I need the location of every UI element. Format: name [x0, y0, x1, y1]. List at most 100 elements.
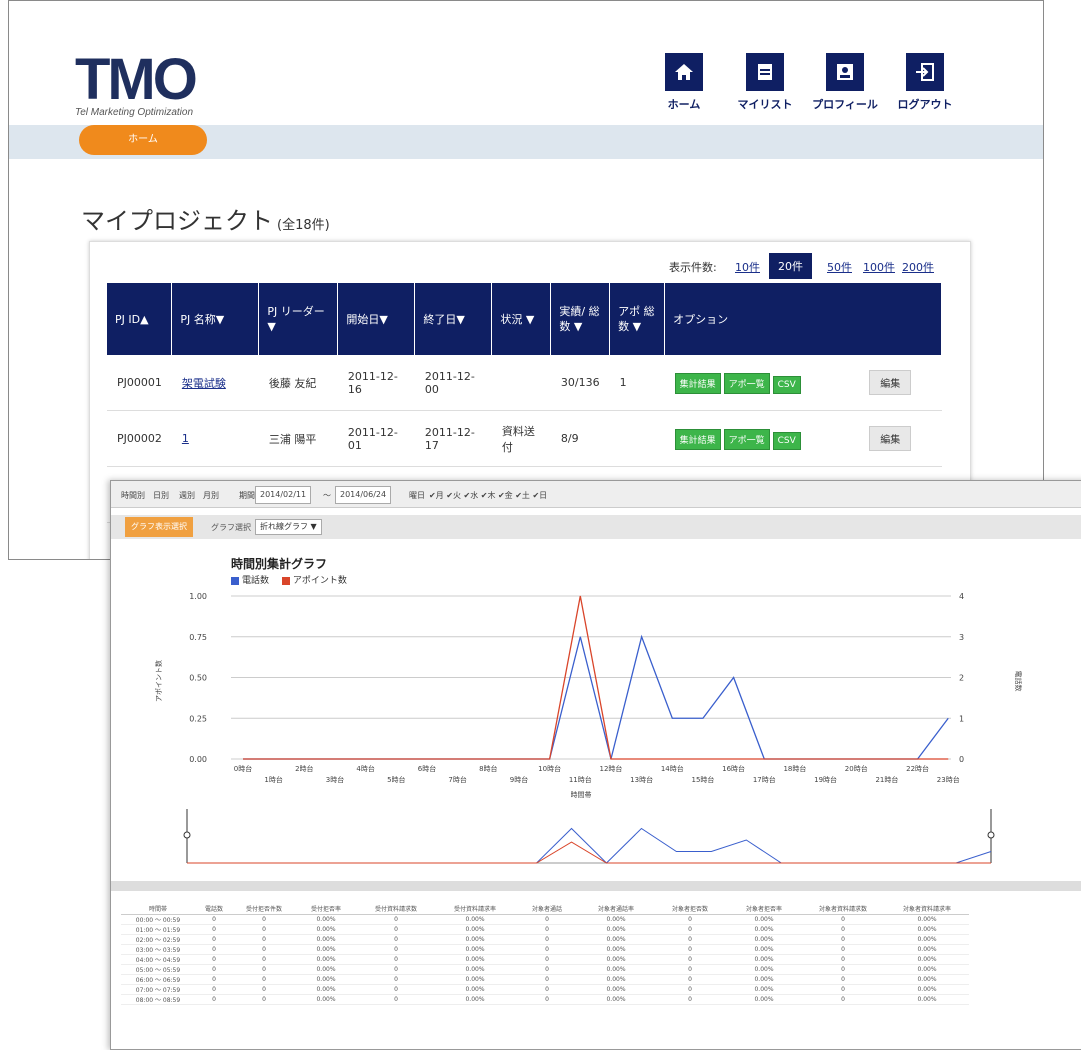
col-pj-name[interactable]: PJ 名称▼ [171, 283, 260, 355]
x-tick-label: 13時台 [630, 775, 653, 784]
stats-cell: 0.00% [579, 984, 653, 995]
y-axis-title-right: 電話数 [1014, 671, 1023, 692]
col-progress[interactable]: 実績/ 総数 ▼ [550, 283, 611, 355]
breadcrumb-home-button[interactable]: ホーム [79, 125, 207, 155]
y-tick-right: 1 [959, 714, 964, 723]
series-line-0 [243, 634, 949, 760]
x-tick-label: 23時台 [937, 775, 960, 784]
x-tick-label: 18時台 [783, 764, 806, 773]
csv-button[interactable]: CSV [772, 376, 801, 394]
stats-col-header: 対象者通話率 [579, 903, 653, 915]
stats-cell: 0 [195, 994, 233, 1005]
list-icon [746, 53, 784, 91]
y-tick-left: 0.75 [189, 633, 207, 642]
stats-cell: 0.00% [885, 974, 969, 985]
stats-cell: 0 [233, 974, 295, 985]
project-name-link[interactable]: 架電試験 [182, 377, 226, 390]
stats-cell: 0 [357, 914, 435, 925]
stats-cell: 0 [653, 954, 727, 965]
appo-list-button[interactable]: アポ一覧 [723, 373, 770, 394]
results-button[interactable]: 集計結果 [674, 373, 721, 394]
stats-cell: 0 [653, 994, 727, 1005]
table-row: 02:00 ～ 02:59 0 0 0.00% 0 0.00% 0 0.00% 0 0.00% 0 0… [121, 934, 969, 945]
stats-cell: 0 [195, 964, 233, 975]
col-options: オプション [664, 283, 943, 355]
cell-progress: 8/9 [550, 410, 610, 467]
overview-series-0 [187, 827, 992, 864]
per-page-20[interactable]: 20件 [769, 253, 812, 279]
y-tick-right: 3 [959, 633, 964, 642]
stats-cell: 0 [233, 914, 295, 925]
stats-cell: 0.00% [579, 944, 653, 955]
stats-cell: 0 [357, 964, 435, 975]
project-table-header: PJ ID▲ PJ 名称▼ PJ リーダー ▼ 開始日▼ 終了日▼ 状況 ▼ 実… [107, 283, 943, 355]
col-end[interactable]: 終了日▼ [414, 283, 493, 355]
y-tick-left: 0.00 [189, 755, 207, 764]
stats-col-header: 対象者通話 [515, 903, 579, 915]
stats-cell: 0.00% [435, 914, 515, 925]
col-pj-leader[interactable]: PJ リーダー ▼ [258, 283, 339, 355]
stats-cell: 0.00% [885, 994, 969, 1005]
tmo-logo[interactable]: TMO Tel Marketing Optimization [75, 47, 198, 119]
stats-cell: 0.00% [295, 994, 357, 1005]
x-tick-label: 12時台 [600, 764, 623, 773]
per-page-label: 表示件数: [669, 261, 717, 274]
nav-home[interactable]: ホーム [639, 53, 729, 112]
appo-list-button[interactable]: アポ一覧 [723, 429, 770, 450]
col-appo[interactable]: アポ 総数 ▼ [609, 283, 666, 355]
cell-appo: 1 [609, 355, 665, 411]
nav-mylist[interactable]: マイリスト [720, 53, 810, 112]
csv-button[interactable]: CSV [772, 432, 801, 450]
stats-cell: 0 [801, 914, 885, 925]
x-tick-label: 5時台 [387, 775, 405, 784]
stats-cell: 0.00% [295, 964, 357, 975]
x-tick-label: 1時台 [264, 775, 282, 784]
per-page-10[interactable]: 10件 [735, 259, 760, 275]
nav-logout[interactable]: ログアウト [880, 53, 970, 112]
x-tick-label: 0時台 [234, 764, 252, 773]
logo-text: TMO [75, 47, 198, 112]
edit-button[interactable]: 編集 [869, 370, 912, 395]
stats-cell: 0 [653, 914, 727, 925]
per-page-200[interactable]: 200件 [902, 259, 934, 275]
nav-profile-label: プロフィール [812, 98, 878, 111]
per-page-100[interactable]: 100件 [863, 259, 895, 275]
y-tick-left: 0.25 [189, 714, 207, 723]
x-tick-label: 20時台 [845, 764, 868, 773]
nav-profile[interactable]: プロフィール [800, 53, 890, 112]
col-status[interactable]: 状況 ▼ [491, 283, 552, 355]
stats-cell: 0.00% [435, 964, 515, 975]
cell-appo [609, 410, 665, 467]
x-tick-label: 4時台 [356, 764, 374, 773]
y-axis-title-left: アポイント数 [154, 660, 163, 702]
per-page-50[interactable]: 50件 [827, 259, 852, 275]
table-row: 06:00 ～ 06:59 0 0 0.00% 0 0.00% 0 0.00% 0 0.00% 0 0… [121, 974, 969, 985]
cell-options: 集計結果アポ一覧CSV 編集 [664, 355, 942, 411]
col-start[interactable]: 開始日▼ [337, 283, 416, 355]
cell-id: PJ00001 [107, 355, 172, 411]
stats-cell: 0 [357, 974, 435, 985]
x-tick-label: 21時台 [875, 775, 898, 784]
x-tick-label: 22時台 [906, 764, 929, 773]
stats-cell: 0.00% [579, 994, 653, 1005]
stats-cell: 0 [357, 954, 435, 965]
y-tick-right: 2 [959, 674, 964, 683]
stats-cell: 0 [801, 994, 885, 1005]
stats-cell: 03:00 ～ 03:59 [121, 944, 195, 955]
cell-start: 2011-12-01 [337, 410, 415, 467]
stats-cell: 0 [195, 944, 233, 955]
stats-cell: 0.00% [885, 944, 969, 955]
col-pj-id[interactable]: PJ ID▲ [107, 283, 173, 355]
stats-cell: 0 [195, 984, 233, 995]
edit-button[interactable]: 編集 [869, 426, 912, 451]
stats-cell: 0.00% [727, 964, 801, 975]
stats-cell: 0 [195, 974, 233, 985]
cell-name: 架電試験 [171, 355, 259, 411]
cell-name: 1 [171, 410, 259, 467]
overview-right-grip [987, 831, 995, 839]
results-button[interactable]: 集計結果 [674, 429, 721, 450]
project-name-link[interactable]: 1 [182, 432, 189, 445]
table-row: 03:00 ～ 03:59 0 0 0.00% 0 0.00% 0 0.00% 0 0.00% 0 0… [121, 944, 969, 955]
cell-leader: 後藤 友紀 [258, 355, 338, 411]
stats-cell: 0 [233, 924, 295, 935]
